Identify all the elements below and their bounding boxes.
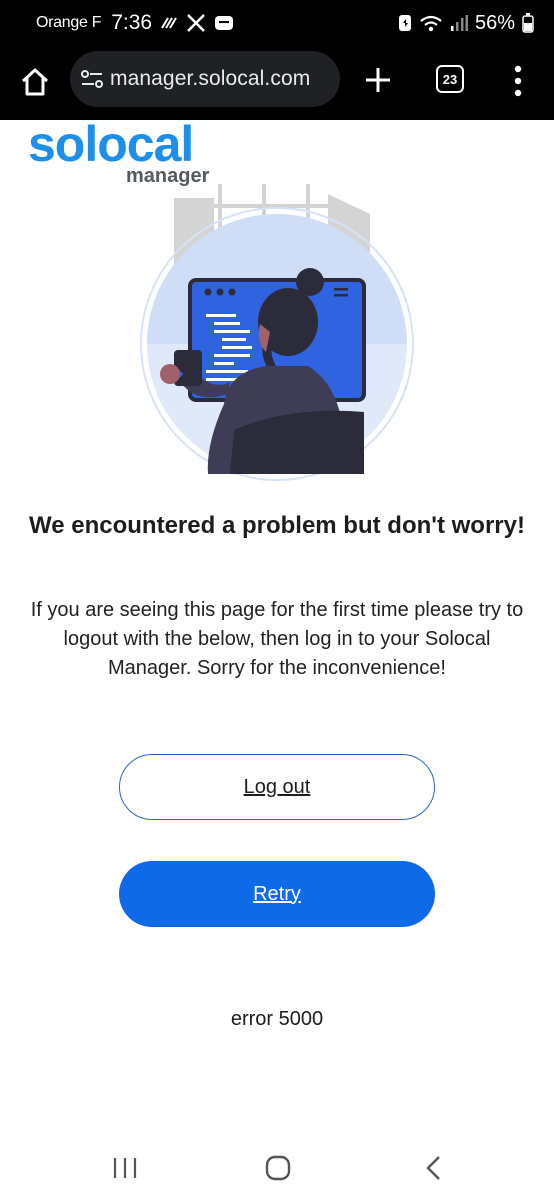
x-app-icon [186,14,206,32]
home-icon[interactable] [18,65,52,99]
more-menu-icon[interactable] [508,64,528,98]
browser-toolbar: manager.solocal.com 23 [0,46,554,120]
home-nav-icon[interactable] [264,1154,292,1182]
logout-button[interactable]: Log out [119,754,435,820]
address-bar[interactable]: manager.solocal.com [70,51,340,107]
signal-icon [450,14,468,32]
error-heading: We encountered a problem but don't worry… [29,512,525,539]
tab-switcher-icon[interactable]: 23 [436,65,464,93]
carrier-label: Orange F [36,14,102,31]
status-bar: Orange F 7:36 56% [0,0,554,46]
message-notification-icon [214,15,234,31]
wifi-icon [419,14,443,32]
recents-icon[interactable] [110,1156,140,1180]
battery-saver-icon [398,14,412,32]
retry-button-label: Retry [253,882,301,905]
error-message: If you are seeing this page for the firs… [30,599,524,679]
back-icon[interactable] [424,1154,444,1182]
battery-percent: 56% [474,11,515,34]
new-tab-icon[interactable] [364,66,392,94]
error-page: solocal manager We encountered a problem… [0,119,554,1140]
error-code: error 5000 [230,1008,324,1030]
tab-count: 23 [442,71,458,87]
site-settings-icon[interactable] [80,68,104,90]
logout-button-label: Log out [243,775,311,798]
status-time: 7:36 [111,11,153,34]
url-text: manager.solocal.com [110,67,311,90]
battery-icon [522,13,534,33]
data-saver-icon [160,16,178,30]
system-navigation-bar [0,1140,554,1200]
developer-at-desk-illustration [140,184,414,481]
retry-button[interactable]: Retry [119,861,435,927]
